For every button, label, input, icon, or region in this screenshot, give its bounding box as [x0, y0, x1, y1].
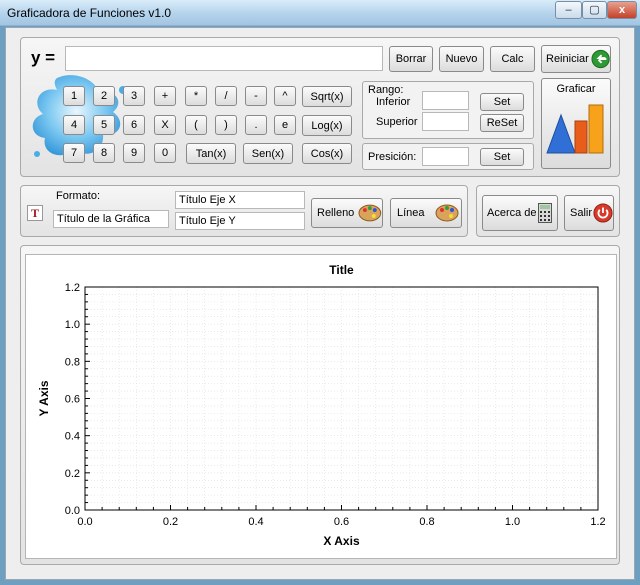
chart-title: Title — [329, 263, 354, 277]
keypad-key[interactable]: X — [154, 115, 176, 135]
keypad-key[interactable]: 2 — [93, 86, 115, 106]
keypad-key[interactable]: 1 — [63, 86, 85, 106]
salir-button[interactable]: Salir — [564, 195, 614, 231]
x-tick-label: 0.0 — [77, 516, 92, 528]
y-tick-label: 0.2 — [65, 468, 80, 480]
x-tick-label: 0.4 — [248, 516, 263, 528]
close-button[interactable]: x — [607, 1, 637, 19]
titulo-grafica-input[interactable]: Título de la Gráfica — [53, 210, 169, 228]
keypad-key[interactable]: - — [245, 86, 267, 106]
presicion-panel: Presición: Set — [362, 143, 534, 170]
y-tick-label: 1.2 — [65, 282, 80, 294]
keypad-key[interactable]: . — [245, 115, 267, 135]
formato-panel: T Formato: Título de la Gráfica Título E… — [20, 185, 468, 237]
log-button[interactable]: Log(x) — [302, 115, 352, 136]
calculator-icon — [537, 203, 552, 223]
graficar-button[interactable]: Graficar — [541, 78, 611, 169]
inferior-input[interactable] — [422, 91, 469, 110]
window-title: Graficadora de Funciones v1.0 — [7, 6, 172, 20]
formato-label: Formato: — [56, 190, 101, 202]
y-axis-label: Y Axis — [37, 380, 51, 416]
reset-rango-button[interactable]: ReSet — [480, 114, 524, 132]
x-tick-label: 0.2 — [163, 516, 178, 528]
keypad-key[interactable]: 7 — [63, 143, 85, 163]
x-tick-label: 1.2 — [590, 516, 605, 528]
keypad-key[interactable]: ) — [215, 115, 237, 135]
keypad-key[interactable]: 8 — [93, 143, 115, 163]
presicion-input[interactable] — [422, 147, 469, 166]
x-tick-label: 0.8 — [419, 516, 434, 528]
chart-area: 0.0 0.2 0.4 0.6 0.8 1.0 1.2 0.0 0.2 0.4 0.6 0.8 1.0 1… — [25, 254, 617, 559]
x-axis-label: X Axis — [323, 534, 360, 548]
keypad-key[interactable]: 5 — [93, 115, 115, 135]
reiniciar-label: Reiniciar — [546, 53, 589, 65]
y-tick-label: 0.6 — [65, 394, 80, 406]
function-label: y = — [31, 48, 56, 67]
inferior-label: Inferior — [376, 96, 411, 108]
function-panel: y = Sqrt(x) Log(x) Cos(x) Tan(x) Sen(x) … — [20, 37, 620, 177]
set-rango-button[interactable]: Set — [480, 93, 524, 111]
keypad-key[interactable]: / — [215, 86, 237, 106]
keypad-key[interactable]: 9 — [123, 143, 145, 163]
tan-button[interactable]: Tan(x) — [186, 143, 236, 164]
titulo-eje-y-input[interactable]: Título Eje Y — [175, 212, 305, 230]
sen-button[interactable]: Sen(x) — [243, 143, 293, 164]
salir-label: Salir — [570, 207, 593, 219]
calc-button[interactable]: Calc — [490, 46, 535, 72]
info-panel: Acerca de Salir — [476, 185, 620, 237]
keypad-key[interactable]: ^ — [274, 86, 296, 106]
sqrt-button[interactable]: Sqrt(x) — [302, 86, 352, 107]
superior-label: Superior — [376, 116, 418, 128]
titulo-eje-x-input[interactable]: Título Eje X — [175, 191, 305, 209]
power-icon — [593, 203, 613, 223]
set-presicion-button[interactable]: Set — [480, 148, 524, 166]
bar-chart-icon — [546, 104, 604, 154]
keypad-key[interactable]: e — [274, 115, 296, 135]
acerca-button[interactable]: Acerca de — [482, 195, 558, 231]
acerca-label: Acerca de — [487, 207, 537, 219]
keypad-key[interactable]: ( — [185, 115, 207, 135]
y-tick-label: 0.0 — [65, 505, 80, 517]
minimize-button[interactable]: – — [555, 1, 582, 19]
rango-label: Rango: — [368, 84, 404, 96]
x-tick-label: 0.6 — [334, 516, 349, 528]
keypad-key[interactable]: + — [154, 86, 176, 106]
keypad-key[interactable]: 4 — [63, 115, 85, 135]
relleno-button[interactable]: Relleno — [311, 198, 383, 228]
keypad-key[interactable]: * — [185, 86, 207, 106]
keypad-key[interactable]: 0 — [154, 143, 176, 163]
linea-label: Línea — [397, 207, 425, 219]
reiniciar-button[interactable]: Reiniciar — [541, 45, 611, 73]
y-tick-label: 0.4 — [65, 431, 80, 443]
nuevo-button[interactable]: Nuevo — [439, 46, 484, 72]
paint-palette-icon — [358, 204, 382, 222]
keypad-key[interactable]: 3 — [123, 86, 145, 106]
y-tick-label: 0.8 — [65, 356, 80, 368]
linea-button[interactable]: Línea — [390, 198, 462, 228]
y-tick-label: 1.0 — [65, 319, 80, 331]
superior-input[interactable] — [422, 112, 469, 131]
rango-panel: Rango: Inferior Superior Set ReSet — [362, 81, 534, 139]
window-titlebar: Graficadora de Funciones v1.0 – ▢ x — [0, 0, 640, 26]
function-chart: 0.0 0.2 0.4 0.6 0.8 1.0 1.2 0.0 0.2 0.4 0.6 0.8 1.0 1… — [37, 263, 606, 548]
relleno-label: Relleno — [317, 207, 355, 219]
x-tick-label: 1.0 — [505, 516, 520, 528]
font-format-icon: T — [27, 205, 43, 221]
keypad-key[interactable]: 6 — [123, 115, 145, 135]
borrar-button[interactable]: Borrar — [389, 46, 433, 72]
cos-button[interactable]: Cos(x) — [302, 143, 352, 164]
maximize-button[interactable]: ▢ — [582, 1, 607, 19]
presicion-label: Presición: — [368, 151, 417, 163]
back-arrow-icon — [591, 49, 610, 69]
paint-palette-icon — [435, 204, 459, 222]
graficar-label: Graficar — [556, 83, 596, 95]
